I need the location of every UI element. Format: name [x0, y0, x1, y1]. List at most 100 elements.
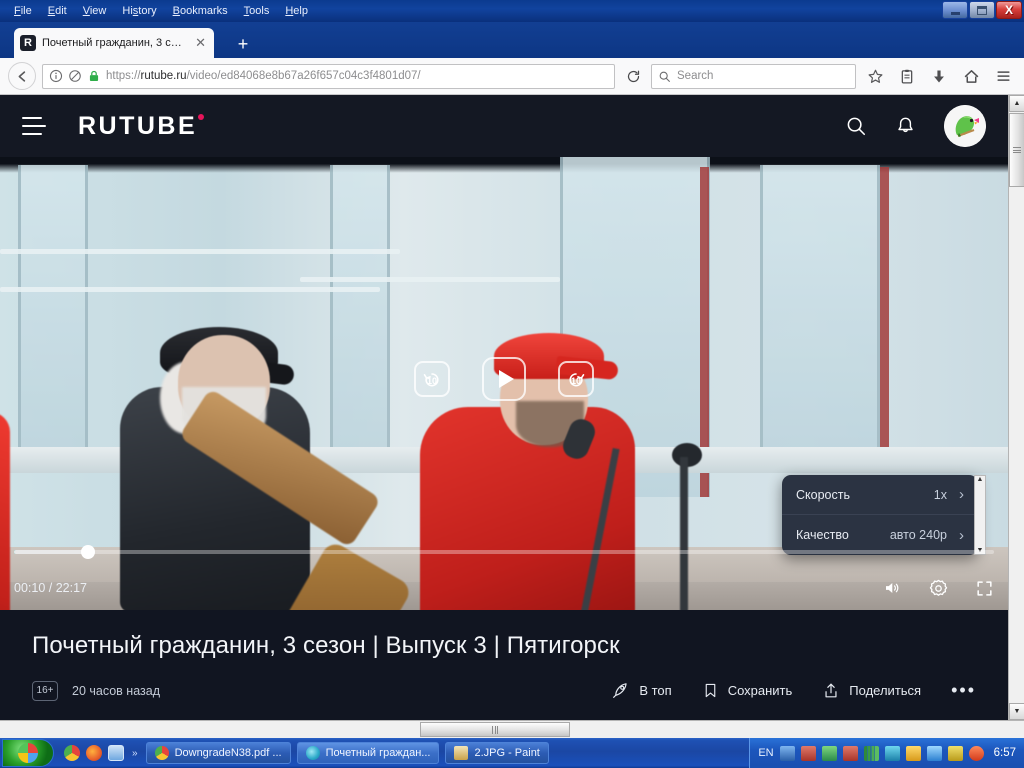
- quality-label: Качество: [796, 528, 849, 542]
- chrome-icon[interactable]: [64, 745, 80, 761]
- action-to-top[interactable]: В топ: [611, 681, 672, 700]
- chrome-icon: [154, 746, 169, 760]
- back-button[interactable]: [8, 62, 36, 90]
- rewind-amount-label: 10: [426, 376, 437, 386]
- menu-file[interactable]: File: [6, 2, 40, 20]
- downloads-button[interactable]: [926, 63, 952, 89]
- action-label: Поделиться: [849, 683, 922, 698]
- user-avatar[interactable]: [944, 105, 986, 147]
- browser-menu-bar: File Edit View History Bookmarks Tools H…: [0, 0, 1024, 22]
- site-menu-button[interactable]: [22, 117, 46, 135]
- header-actions: [845, 105, 986, 147]
- bluetooth-icon[interactable]: [884, 745, 900, 761]
- settings-button[interactable]: [928, 578, 949, 599]
- menu-tools[interactable]: Tools: [236, 2, 278, 20]
- tracking-protection-icon[interactable]: [68, 69, 82, 83]
- browser-tab[interactable]: R Почетный гражданин, 3 сез... ✕: [14, 28, 214, 58]
- volume-icon[interactable]: [926, 745, 942, 761]
- browser-nav-bar: https://rutube.ru/video/ed84068e8b67a26f…: [0, 58, 1024, 95]
- menu-view[interactable]: View: [75, 2, 115, 20]
- search-bar[interactable]: Search: [651, 63, 856, 89]
- clock[interactable]: 6:57: [994, 747, 1016, 759]
- video-actions: В топ Сохранить Поделиться •••: [611, 680, 976, 701]
- play-button[interactable]: [482, 357, 526, 401]
- page-scrollbar-vertical[interactable]: ▲ ▼: [1008, 95, 1024, 720]
- play-icon: [498, 370, 514, 388]
- display-secondary-icon[interactable]: [842, 745, 858, 761]
- fullscreen-button[interactable]: [975, 579, 994, 598]
- page-scrollbar-horizontal[interactable]: [0, 720, 1024, 738]
- new-tab-button[interactable]: +: [232, 33, 254, 55]
- display-icon[interactable]: [800, 745, 816, 761]
- scroll-up-icon[interactable]: ▲: [977, 476, 984, 483]
- more-options-button[interactable]: •••: [951, 680, 976, 701]
- start-button[interactable]: [2, 739, 54, 767]
- reload-button[interactable]: [621, 64, 645, 88]
- menu-edit[interactable]: Edit: [40, 2, 75, 20]
- video-title: Почетный гражданин, 3 сезон | Выпуск 3 |…: [32, 632, 620, 659]
- volume-button[interactable]: [882, 579, 902, 597]
- scrollbar-thumb[interactable]: [1009, 113, 1024, 187]
- punto-switcher-icon[interactable]: [947, 745, 963, 761]
- video-stage[interactable]: 10 10 Скорость 1x › Качество авто 240p ›…: [0, 157, 1008, 610]
- volume-icon: [886, 583, 899, 593]
- logo-text: RUTUBE: [78, 111, 198, 140]
- progress-handle[interactable]: [80, 545, 95, 559]
- scroll-down-icon[interactable]: ▼: [1009, 703, 1024, 720]
- tab-close-icon[interactable]: ✕: [193, 35, 208, 51]
- forward-10-button[interactable]: 10: [558, 361, 594, 397]
- warning-icon[interactable]: [905, 745, 921, 761]
- home-button[interactable]: [958, 63, 984, 89]
- progress-track[interactable]: [14, 545, 994, 559]
- url-bar[interactable]: https://rutube.ru/video/ed84068e8b67a26f…: [42, 63, 615, 89]
- rocket-icon: [613, 683, 627, 698]
- taskbar-button-paint[interactable]: 2.JPG - Paint: [445, 742, 549, 764]
- url-path: /video/ed84068e8b67a26f657c04c3f4801d07/: [186, 70, 421, 82]
- taskbar-button-browser[interactable]: Почетный граждан...: [296, 742, 440, 764]
- hamburger-menu-icon: [997, 71, 1009, 81]
- tray-language-indicator[interactable]: EN: [758, 747, 773, 759]
- network-monitor-icon[interactable]: [779, 745, 795, 761]
- ccleaner-icon[interactable]: [968, 745, 984, 761]
- paint-icon: [454, 746, 469, 760]
- fullscreen-icon: [977, 580, 992, 596]
- lock-icon[interactable]: [87, 69, 101, 83]
- rewind-10-button[interactable]: 10: [414, 361, 450, 397]
- scroll-up-icon[interactable]: ▲: [1009, 95, 1024, 112]
- antivirus-icon[interactable]: [821, 745, 837, 761]
- rutube-logo[interactable]: RUTUBE: [78, 111, 205, 141]
- page-viewport: RUTUBE 10 10 Скорость 1x › Качество авто…: [0, 95, 1008, 720]
- signal-strength-icon[interactable]: [863, 745, 879, 761]
- info-icon[interactable]: [49, 69, 63, 83]
- action-label: В топ: [639, 683, 672, 698]
- bookmark-star-button[interactable]: [862, 63, 888, 89]
- tab-title: Почетный гражданин, 3 сез...: [42, 37, 188, 49]
- bell-icon: [898, 117, 913, 133]
- age-rating-badge: 16+: [32, 680, 58, 701]
- speed-label: Скорость: [796, 487, 850, 502]
- firefox-icon[interactable]: [86, 745, 102, 761]
- player-progress-area[interactable]: [0, 542, 1008, 562]
- home-icon: [964, 69, 978, 83]
- menu-bookmarks[interactable]: Bookmarks: [165, 2, 236, 20]
- hscrollbar-thumb[interactable]: [420, 722, 570, 737]
- reload-icon: [627, 70, 639, 82]
- quick-launch-expand[interactable]: »: [132, 748, 138, 759]
- desktop-root: X File Edit View History Bookmarks Tools…: [0, 0, 1024, 768]
- browser-menu-button[interactable]: [990, 63, 1016, 89]
- url-text: https://rutube.ru/video/ed84068e8b67a26f…: [106, 70, 421, 82]
- taskbar-button-label: 2.JPG - Paint: [474, 747, 540, 759]
- download-icon: [934, 70, 944, 82]
- menu-history[interactable]: History: [114, 2, 164, 20]
- taskbar-button-pdf[interactable]: DowngradeN38.pdf ...: [145, 742, 291, 764]
- video-meta-row: 16+ 20 часов назад В топ Сохранить Подел…: [32, 680, 976, 701]
- notifications-button[interactable]: [895, 115, 916, 137]
- chevron-right-icon: ›: [959, 526, 964, 544]
- action-save[interactable]: Сохранить: [702, 681, 792, 700]
- menu-help[interactable]: Help: [277, 2, 316, 20]
- action-share[interactable]: Поделиться: [822, 681, 921, 700]
- show-desktop-icon[interactable]: [108, 745, 124, 761]
- site-search-button[interactable]: [845, 115, 867, 137]
- library-button[interactable]: [894, 63, 920, 89]
- settings-row-speed[interactable]: Скорость 1x ›: [782, 475, 978, 515]
